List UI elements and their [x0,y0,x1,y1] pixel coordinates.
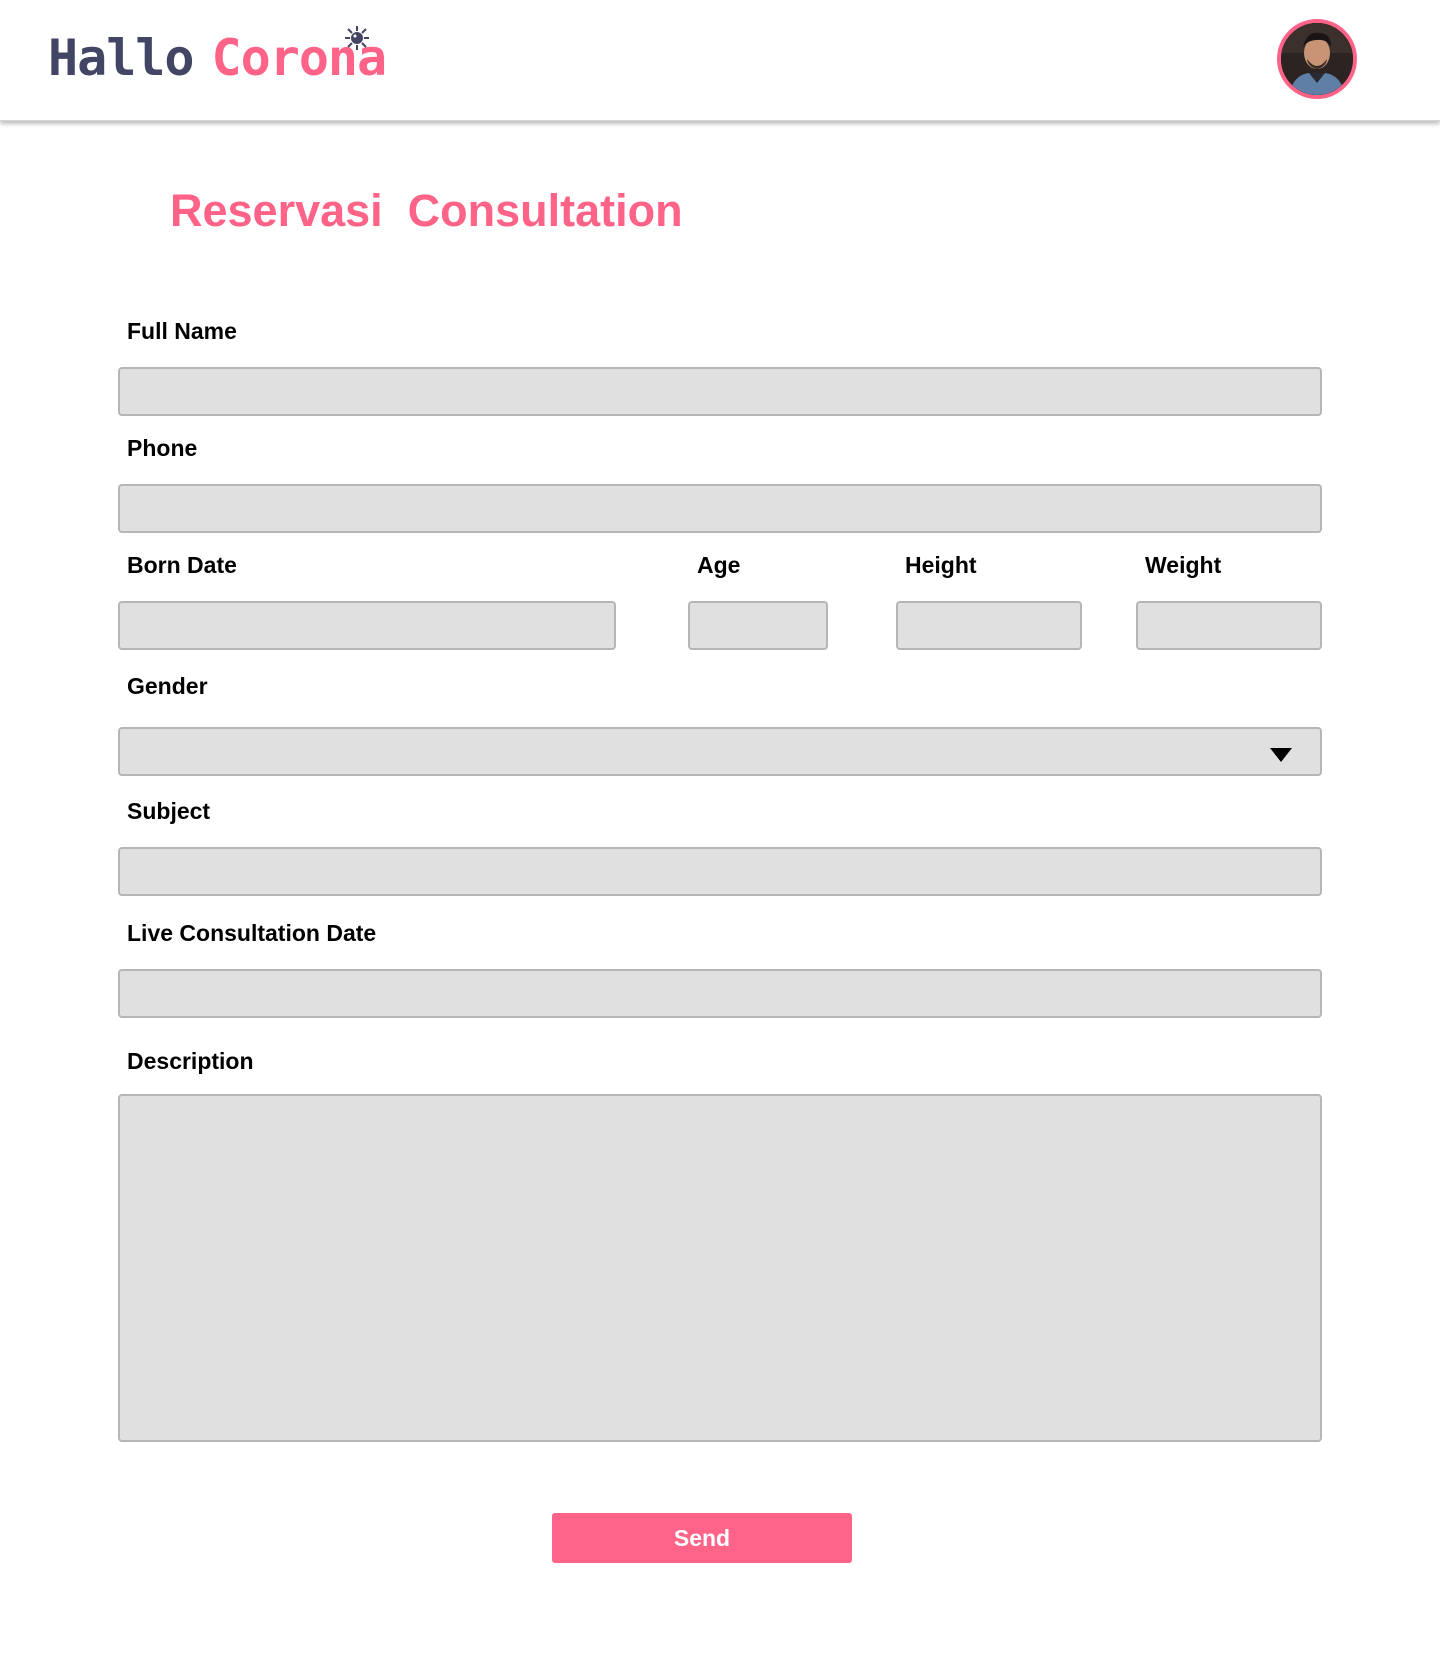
description-label: Description [127,1048,254,1074]
logo-word-hallo: Hallo [48,29,195,87]
gender-label: Gender [127,673,208,699]
born-date-label: Born Date [127,552,237,578]
full-name-label: Full Name [127,318,237,344]
age-input[interactable] [688,601,828,650]
weight-label: Weight [1145,552,1222,578]
full-name-input[interactable] [118,367,1322,416]
height-input[interactable] [896,601,1082,650]
subject-label: Subject [127,798,211,824]
live-consultation-date-input[interactable] [118,969,1322,1018]
logo-word-corona: Corona [212,26,387,87]
send-button[interactable]: Send [552,1513,852,1563]
phone-label: Phone [127,435,198,461]
user-avatar[interactable] [1277,19,1357,99]
phone-input[interactable] [118,484,1322,533]
virus-icon [344,26,369,50]
born-date-input[interactable] [118,601,616,650]
live-consultation-date-label: Live Consultation Date [127,920,377,946]
top-header: Hallo Corona [0,0,1440,121]
subject-input[interactable] [118,847,1322,896]
description-textarea[interactable] [118,1094,1322,1442]
hallo-corona-logo[interactable]: Hallo Corona [48,26,387,88]
height-label: Height [905,552,977,578]
page-title: Reservasi Consultation [170,185,683,236]
user-avatar-photo-icon [1281,23,1353,95]
weight-input[interactable] [1136,601,1322,650]
gender-select[interactable] [118,727,1322,776]
age-label: Age [697,552,741,578]
